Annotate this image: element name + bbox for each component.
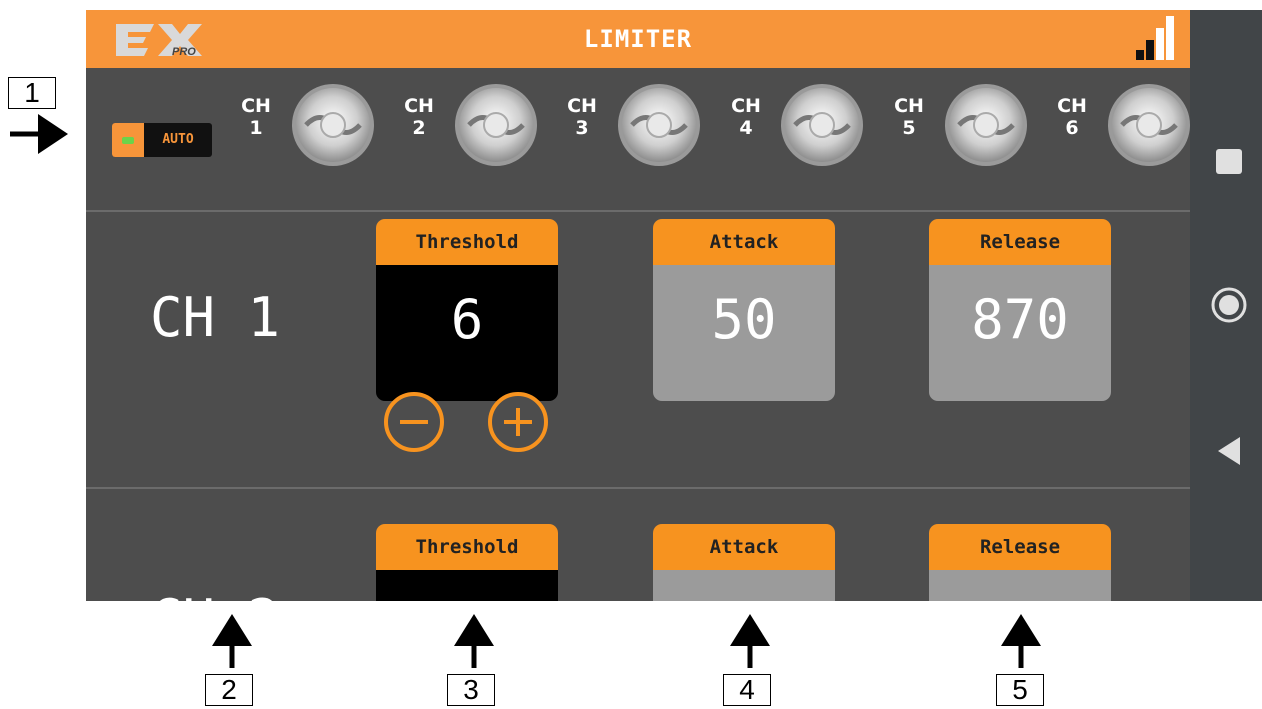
row-channel-name: CH 2 — [150, 588, 280, 601]
threshold-value[interactable]: 6 — [376, 265, 558, 401]
release-header: Release — [929, 219, 1111, 265]
app-screen: PRO LIMITER AUTO CH 1 CH 2 CH 3 CH 4 CH 5 CH 6 — [86, 10, 1190, 601]
callout-label: 5 — [996, 674, 1044, 706]
divider — [86, 210, 1190, 212]
channel-label-4: CH 4 — [731, 95, 761, 139]
arrow-right-icon — [10, 114, 68, 154]
callout-label: 2 — [205, 674, 253, 706]
knob-icon[interactable] — [779, 82, 865, 168]
attack-value[interactable]: 50 — [653, 265, 835, 401]
minus-circle-icon[interactable] — [382, 390, 446, 454]
attack-value[interactable]: 50 — [653, 570, 835, 601]
arrow-up-icon — [1001, 614, 1041, 668]
row-channel-name: CH 1 — [150, 286, 281, 349]
top-bar: PRO LIMITER — [86, 10, 1190, 68]
page-title: LIMITER — [583, 25, 693, 53]
channel-label-6: CH 6 — [1057, 95, 1087, 139]
callout-label: 3 — [447, 674, 495, 706]
threshold-header: Threshold — [376, 219, 558, 265]
knob-icon[interactable] — [290, 82, 376, 168]
divider — [86, 487, 1190, 489]
release-value[interactable]: 870 — [929, 570, 1111, 601]
plus-circle-icon[interactable] — [486, 390, 550, 454]
knob-icon[interactable] — [1106, 82, 1190, 168]
knob-icon[interactable] — [616, 82, 702, 168]
auto-led-indicator — [112, 123, 144, 157]
attack-header: Attack — [653, 524, 835, 570]
channel-label-5: CH 5 — [894, 95, 924, 139]
arrow-up-icon — [454, 614, 494, 668]
back-triangle-icon[interactable] — [1214, 434, 1244, 468]
knob-icon[interactable] — [453, 82, 539, 168]
arrow-up-icon — [730, 614, 770, 668]
release-header: Release — [929, 524, 1111, 570]
arrow-up-icon — [212, 614, 252, 668]
channel-label-1: CH 1 — [241, 95, 271, 139]
knob-icon[interactable] — [943, 82, 1029, 168]
threshold-header: Threshold — [376, 524, 558, 570]
attack-header: Attack — [653, 219, 835, 265]
auto-label: AUTO — [162, 132, 194, 147]
release-value[interactable]: 870 — [929, 265, 1111, 401]
channel-label-2: CH 2 — [404, 95, 434, 139]
auto-button[interactable]: AUTO — [112, 123, 212, 157]
circle-icon[interactable] — [1211, 287, 1247, 323]
square-icon[interactable] — [1216, 149, 1242, 174]
channel-label-3: CH 3 — [567, 95, 597, 139]
threshold-value[interactable]: 6 — [376, 570, 558, 601]
callout-label: 1 — [8, 77, 56, 109]
callout-label: 4 — [723, 674, 771, 706]
signal-bars-icon — [1136, 16, 1174, 60]
